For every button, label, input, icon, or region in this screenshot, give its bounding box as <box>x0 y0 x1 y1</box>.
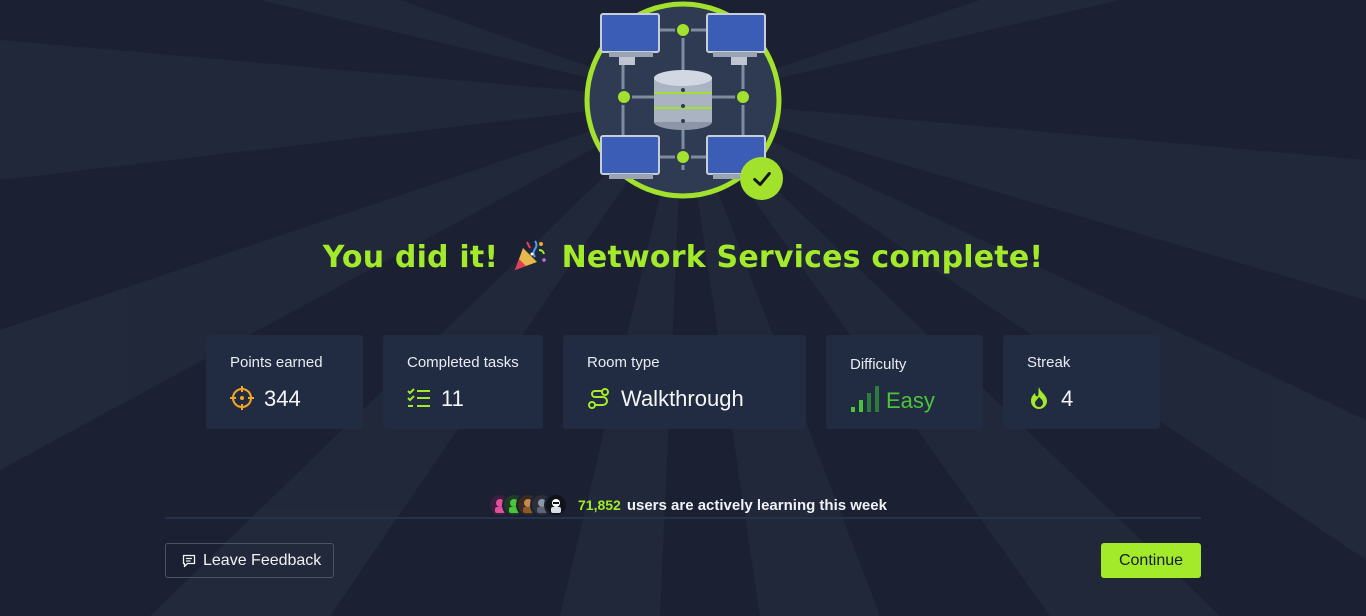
database-icon <box>654 70 712 130</box>
route-icon <box>588 388 609 409</box>
stat-value: 344 <box>264 386 301 411</box>
stat-label: Completed tasks <box>407 354 519 371</box>
stat-label: Difficulty <box>850 356 907 373</box>
stat-room-type: Room type Walkthrough <box>563 335 806 429</box>
avatar-stack <box>488 493 568 517</box>
flame-icon <box>1031 387 1047 409</box>
stat-label: Room type <box>587 354 660 371</box>
checklist-icon <box>407 388 430 407</box>
stat-completed-tasks: Completed tasks 11 <box>383 335 543 429</box>
stat-value: Walkthrough <box>621 386 744 411</box>
stat-difficulty: Difficulty Easy <box>826 335 983 429</box>
signal-bars-icon <box>851 386 879 412</box>
comment-icon <box>182 554 196 567</box>
stat-value: 11 <box>441 386 464 411</box>
completed-check-icon <box>740 157 783 200</box>
continue-button[interactable]: Continue <box>1101 543 1201 578</box>
crosshair-icon <box>230 386 254 410</box>
completion-headline: You did it! Network Services complete! <box>0 238 1366 280</box>
stat-streak: Streak 4 <box>1003 335 1160 429</box>
stat-value: 4 <box>1061 386 1074 411</box>
headline-room-complete: Network Services complete! <box>561 240 1044 275</box>
leave-feedback-button[interactable]: Leave Feedback <box>165 543 334 578</box>
headline-prefix: You did it! <box>322 240 499 275</box>
learner-text: users are actively learning this week <box>626 496 887 514</box>
active-learners-banner: 71,852 users are actively learning this … <box>488 492 887 518</box>
room-complete-screen: You did it! Network Services complete! P… <box>0 0 1366 616</box>
learner-count: 71,852 <box>578 497 621 513</box>
avatar <box>544 493 568 517</box>
footer-divider <box>165 517 1201 519</box>
stat-label: Streak <box>1027 354 1071 371</box>
stat-value: Easy <box>886 388 935 413</box>
leave-feedback-label: Leave Feedback <box>203 551 322 569</box>
stat-label: Points earned <box>230 354 323 371</box>
stat-points-earned: Points earned 344 <box>206 335 363 429</box>
party-popper-icon <box>513 238 547 280</box>
